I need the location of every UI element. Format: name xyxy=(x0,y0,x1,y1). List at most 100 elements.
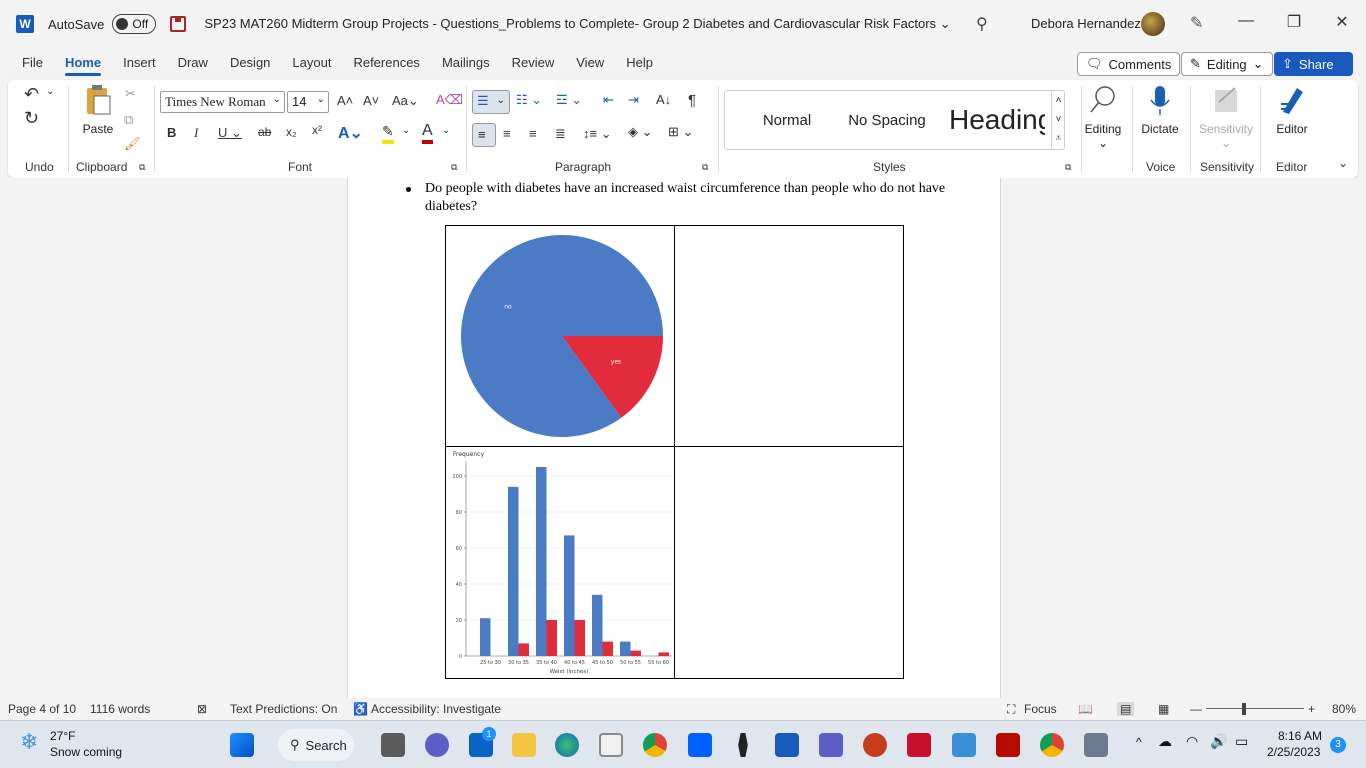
web-layout-icon[interactable]: ▦ xyxy=(1158,702,1169,716)
chat-icon[interactable] xyxy=(425,733,449,757)
chevron-down-icon[interactable]: ⌄ xyxy=(46,86,54,97)
powerpoint-icon[interactable] xyxy=(863,733,887,757)
file-explorer-icon[interactable] xyxy=(512,733,536,757)
editor-button[interactable]: Editor xyxy=(1262,84,1322,136)
acrobat-icon[interactable] xyxy=(996,733,1020,757)
clear-formatting-icon[interactable]: A⌫ xyxy=(436,92,463,108)
bullet-question[interactable]: Do people with diabetes have an increase… xyxy=(425,180,965,216)
chrome-profile-icon[interactable] xyxy=(1040,733,1064,757)
read-mode-icon[interactable]: 📖 xyxy=(1078,702,1093,716)
tab-draw[interactable]: Draw xyxy=(167,48,219,78)
tab-file[interactable]: File xyxy=(11,48,54,78)
copy-icon[interactable]: ⧉ xyxy=(124,112,133,128)
store-icon[interactable] xyxy=(599,733,623,757)
cut-icon[interactable]: ✂ xyxy=(125,86,136,102)
text-effects-icon[interactable]: A⌄ xyxy=(338,123,363,143)
font-size-select[interactable]: 14 ⌄ xyxy=(287,91,329,113)
dialog-launcher-icon[interactable]: ⧉ xyxy=(451,162,457,173)
proofing-icon[interactable]: ⊠ xyxy=(197,702,207,716)
edge-icon[interactable] xyxy=(555,733,579,757)
weather-desc[interactable]: Snow coming xyxy=(50,745,122,759)
tab-layout[interactable]: Layout xyxy=(281,48,342,78)
autosave-toggle[interactable]: Off xyxy=(112,14,157,34)
share-button[interactable]: ⇪ Share xyxy=(1274,52,1353,76)
multilevel-list-icon[interactable]: ☲ ⌄ xyxy=(556,92,582,108)
dialog-launcher-icon[interactable]: ⧉ xyxy=(1065,162,1071,173)
page-indicator[interactable]: Page 4 of 10 xyxy=(8,702,76,716)
document-canvas[interactable]: Do people with diabetes have an increase… xyxy=(0,178,1366,698)
chrome-icon[interactable] xyxy=(643,733,667,757)
tab-view[interactable]: View xyxy=(565,48,615,78)
designer-pen-icon[interactable]: ✎ xyxy=(1190,13,1203,33)
mcafee-icon[interactable] xyxy=(907,733,931,757)
redo-icon[interactable]: ↻ xyxy=(24,108,39,129)
zoom-slider-thumb[interactable] xyxy=(1242,703,1246,715)
editing-button[interactable]: Editing ⌄ xyxy=(1073,84,1133,150)
minimize-button[interactable]: — xyxy=(1231,12,1261,30)
styles-scroll[interactable]: ˄ ˅ ⩡ xyxy=(1051,91,1065,149)
start-button[interactable] xyxy=(230,733,254,757)
collapse-ribbon-icon[interactable]: ⌄ xyxy=(1338,156,1348,170)
taskbar-search[interactable]: ⚲ Search xyxy=(278,729,354,761)
word-taskbar-icon[interactable] xyxy=(775,733,799,757)
shading-icon[interactable]: ◈ ⌄ xyxy=(628,124,653,140)
strikethrough-icon[interactable]: ab xyxy=(258,125,271,139)
align-left-button[interactable]: ≡ xyxy=(472,123,496,147)
battery-icon[interactable]: ▭ xyxy=(1235,733,1248,750)
change-case-icon[interactable]: Aa⌄ xyxy=(392,93,419,109)
align-right-icon[interactable]: ≡ xyxy=(529,126,537,141)
font-color-icon[interactable]: A xyxy=(422,122,433,144)
editing-mode-button[interactable]: ✎ Editing ⌄ xyxy=(1181,52,1273,76)
format-painter-icon[interactable]: 🖌 xyxy=(124,136,141,152)
tab-insert[interactable]: Insert xyxy=(112,48,167,78)
document-page[interactable]: Do people with diabetes have an increase… xyxy=(347,178,1001,698)
zoom-slider[interactable] xyxy=(1206,708,1304,709)
sort-icon[interactable]: A↓ xyxy=(656,92,671,107)
accessibility-status[interactable]: Accessibility: Investigate xyxy=(371,702,501,716)
clock-time[interactable]: 8:16 AM xyxy=(1278,729,1322,743)
show-formatting-marks-icon[interactable]: ¶ xyxy=(688,92,696,109)
zoom-in-icon[interactable]: + xyxy=(1308,702,1315,716)
increase-indent-icon[interactable]: ⇥ xyxy=(628,92,639,108)
sensitivity-button[interactable]: Sensitivity ⌄ xyxy=(1196,84,1256,150)
bullets-button[interactable]: ☰ ⌄ xyxy=(472,90,510,114)
subscript-icon[interactable]: x₂ xyxy=(286,125,297,139)
clock-date[interactable]: 2/25/2023 xyxy=(1267,745,1320,759)
paste-button[interactable]: Paste xyxy=(68,84,128,136)
volume-icon[interactable]: 🔊 xyxy=(1210,733,1227,750)
decrease-indent-icon[interactable]: ⇤ xyxy=(603,92,614,108)
comments-button[interactable]: 🗨 Comments xyxy=(1077,52,1181,76)
document-table[interactable]: yes no Frequency 0 20 40 60 80 100 25 to 30 30 to… xyxy=(445,225,904,679)
justify-icon[interactable]: ≣ xyxy=(555,126,566,142)
dropbox-icon[interactable] xyxy=(688,733,712,757)
dialog-launcher-icon[interactable]: ⧉ xyxy=(702,162,708,173)
tab-mailings[interactable]: Mailings xyxy=(431,48,501,78)
borders-icon[interactable]: ⊞ ⌄ xyxy=(668,124,693,140)
style-no-spacing[interactable]: No Spacing xyxy=(839,91,935,149)
style-heading[interactable]: Heading xyxy=(939,91,1045,149)
text-predictions[interactable]: Text Predictions: On xyxy=(230,702,337,716)
weather-icon[interactable]: ❄ xyxy=(20,729,38,755)
tab-home[interactable]: Home xyxy=(54,48,112,78)
line-spacing-icon[interactable]: ↕≡ ⌄ xyxy=(583,126,612,142)
tab-help[interactable]: Help xyxy=(615,48,664,78)
superscript-icon[interactable]: x² xyxy=(312,123,322,137)
notification-badge[interactable]: 3 xyxy=(1330,737,1346,753)
user-name[interactable]: Debora Hernandez xyxy=(1031,16,1141,31)
undo-icon[interactable]: ↶ xyxy=(24,84,39,105)
style-normal[interactable]: Normal xyxy=(739,91,835,149)
bar-chart[interactable]: Frequency 0 20 40 60 80 100 25 to 30 30 to 35 35 … xyxy=(446,447,674,678)
task-view-icon[interactable] xyxy=(381,733,405,757)
focus-mode[interactable]: Focus xyxy=(1024,702,1057,716)
dialog-launcher-icon[interactable]: ⧉ xyxy=(139,162,145,173)
font-name-select[interactable]: Times New Roman ⌄ xyxy=(160,91,285,113)
word-count[interactable]: 1116 words xyxy=(90,702,150,716)
highlight-color-icon[interactable]: ✎ xyxy=(382,123,394,144)
save-icon[interactable] xyxy=(170,16,187,32)
pie-chart[interactable]: yes no xyxy=(446,226,674,446)
zoom-out-icon[interactable]: — xyxy=(1190,702,1202,716)
tab-references[interactable]: References xyxy=(342,48,430,78)
grow-font-icon[interactable]: A˄ xyxy=(337,93,353,108)
zoom-level[interactable]: 80% xyxy=(1332,702,1356,716)
tab-design[interactable]: Design xyxy=(219,48,281,78)
